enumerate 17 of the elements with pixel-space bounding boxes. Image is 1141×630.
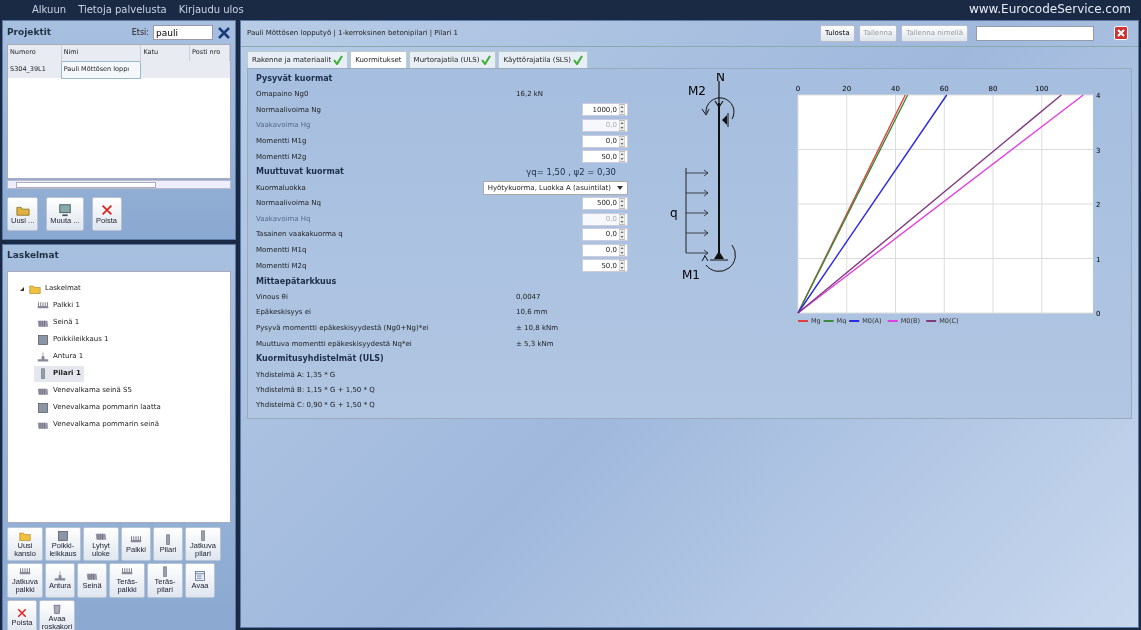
site-name: www.EurocodeService.com [968, 1, 1131, 18]
load-label: q [670, 206, 678, 220]
moment-label: M2 [688, 84, 706, 98]
factor-text: γq= 1,50 , ψ2 = 0,30 [526, 166, 616, 179]
section-heading: Mittaepätarkkuus [256, 275, 338, 288]
section-heading: Muuttuvat kuormat [256, 166, 345, 179]
moment-label: M1 [682, 268, 700, 282]
menu-item[interactable]: Alkuun [32, 1, 67, 17]
panel-title: Projektit [7, 25, 53, 39]
panel-title: Laskelmat [7, 249, 60, 262]
menu-item[interactable]: Tietoja palvelusta [78, 1, 167, 17]
section-heading: Kuormitusyhdistelmät (ULS) [256, 353, 385, 366]
section-heading: Pysyvät kuormat [256, 72, 334, 85]
menu-item[interactable]: Kirjaudu ulos [178, 1, 244, 17]
search-field[interactable]: pauli [153, 25, 213, 40]
search-label: Etsi: [131, 26, 149, 39]
force-label: N [716, 73, 725, 84]
